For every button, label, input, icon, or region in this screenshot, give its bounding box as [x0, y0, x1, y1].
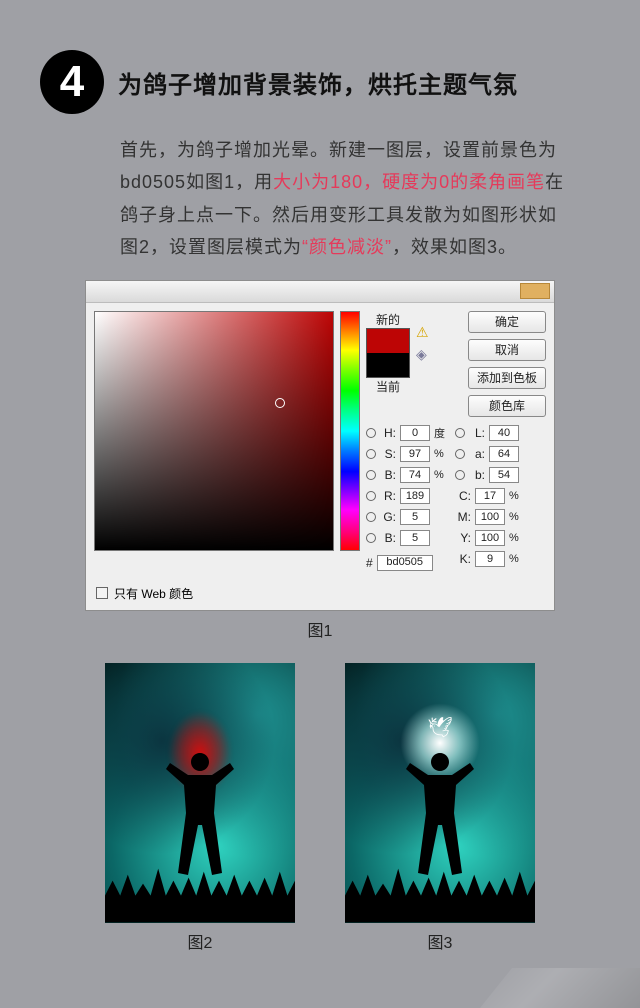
- label-b2: b:: [469, 468, 485, 482]
- label-l: L:: [469, 426, 485, 440]
- radio-r[interactable]: [366, 491, 376, 501]
- gamut-warning-icon[interactable]: [416, 326, 432, 340]
- unit-bv: %: [434, 469, 444, 481]
- input-k[interactable]: 9: [475, 551, 505, 567]
- web-colors-checkbox[interactable]: [96, 587, 108, 599]
- silhouette-boy: [160, 753, 240, 893]
- dialog-titlebar: [86, 281, 554, 303]
- input-y[interactable]: 100: [475, 530, 505, 546]
- add-swatch-button[interactable]: 添加到色板: [468, 367, 546, 389]
- label-h: H:: [380, 426, 396, 440]
- label-bv: B:: [380, 468, 396, 482]
- step-header: 4 为鸽子增加背景装饰，烘托主题气氛: [0, 0, 640, 134]
- label-c: C:: [455, 489, 471, 503]
- step-title: 为鸽子增加背景装饰，烘托主题气氛: [118, 65, 518, 100]
- unit-k: %: [509, 553, 519, 565]
- highlight-text: “颜色减淡”: [302, 237, 392, 257]
- radio-a[interactable]: [455, 449, 465, 459]
- radio-g[interactable]: [366, 512, 376, 522]
- label-bb: B:: [380, 531, 396, 545]
- help-button[interactable]: [520, 283, 550, 299]
- input-bb[interactable]: 5: [400, 530, 430, 546]
- input-h[interactable]: 0: [400, 425, 430, 441]
- color-library-button[interactable]: 颜色库: [468, 395, 546, 417]
- input-l[interactable]: 40: [489, 425, 519, 441]
- input-m[interactable]: 100: [475, 509, 505, 525]
- input-hex[interactable]: bd0505: [377, 555, 433, 571]
- figure3-caption: 图3: [428, 929, 453, 953]
- label-m: M:: [455, 510, 471, 524]
- swatch-current-color: [367, 353, 409, 377]
- color-picker-dialog: 新的 当前 ◈ 确定 取消 添加到色板 颜色库: [85, 280, 555, 611]
- swatch-new-color: [367, 329, 409, 353]
- unit-c: %: [509, 490, 519, 502]
- label-y: Y:: [455, 531, 471, 545]
- input-c[interactable]: 17: [475, 488, 505, 504]
- radio-bb[interactable]: [366, 533, 376, 543]
- unit-s: %: [434, 448, 444, 460]
- label-r: R:: [380, 489, 396, 503]
- input-g[interactable]: 5: [400, 509, 430, 525]
- silhouette-boy: [400, 753, 480, 893]
- input-s[interactable]: 97: [400, 446, 430, 462]
- hue-slider[interactable]: [340, 311, 360, 551]
- web-colors-label: 只有 Web 颜色: [114, 585, 193, 602]
- input-r[interactable]: 189: [400, 488, 430, 504]
- figure1-caption: 图1: [0, 617, 640, 641]
- dove-icon: 🕊: [427, 715, 452, 740]
- color-gradient-field[interactable]: [94, 311, 334, 551]
- color-swatch: [366, 328, 410, 378]
- figure-row: 图2 🕊 图3: [0, 663, 640, 953]
- radio-s[interactable]: [366, 449, 376, 459]
- label-k: K:: [455, 552, 471, 566]
- ok-button[interactable]: 确定: [468, 311, 546, 333]
- text: ，效果如图3。: [392, 237, 517, 257]
- figure2-image: [105, 663, 295, 923]
- instruction-paragraph: 首先，为鸽子增加光晕。新建一图层，设置前景色为bd0505如图1，用大小为180…: [0, 134, 640, 264]
- unit-h: 度: [434, 425, 445, 441]
- color-marker[interactable]: [275, 398, 285, 408]
- highlight-text: 大小为180，硬度为0的柔角画笔: [273, 172, 545, 192]
- step-number-badge: 4: [40, 50, 104, 114]
- input-b2[interactable]: 54: [489, 467, 519, 483]
- unit-m: %: [509, 511, 519, 523]
- input-bv[interactable]: 74: [400, 467, 430, 483]
- cube-icon[interactable]: ◈: [416, 346, 432, 362]
- radio-l[interactable]: [455, 428, 465, 438]
- label-s: S:: [380, 447, 396, 461]
- cancel-button[interactable]: 取消: [468, 339, 546, 361]
- figure2-caption: 图2: [188, 929, 213, 953]
- figure3-image: 🕊: [345, 663, 535, 923]
- radio-h[interactable]: [366, 428, 376, 438]
- radio-b2[interactable]: [455, 470, 465, 480]
- radio-bv[interactable]: [366, 470, 376, 480]
- label-a: a:: [469, 447, 485, 461]
- unit-y: %: [509, 532, 519, 544]
- input-a[interactable]: 64: [489, 446, 519, 462]
- footer-decoration: [480, 968, 640, 1008]
- hex-label: #: [366, 556, 373, 570]
- label-g: G:: [380, 510, 396, 524]
- swatch-new-label: 新的: [376, 311, 400, 328]
- swatch-current-label: 当前: [376, 378, 400, 395]
